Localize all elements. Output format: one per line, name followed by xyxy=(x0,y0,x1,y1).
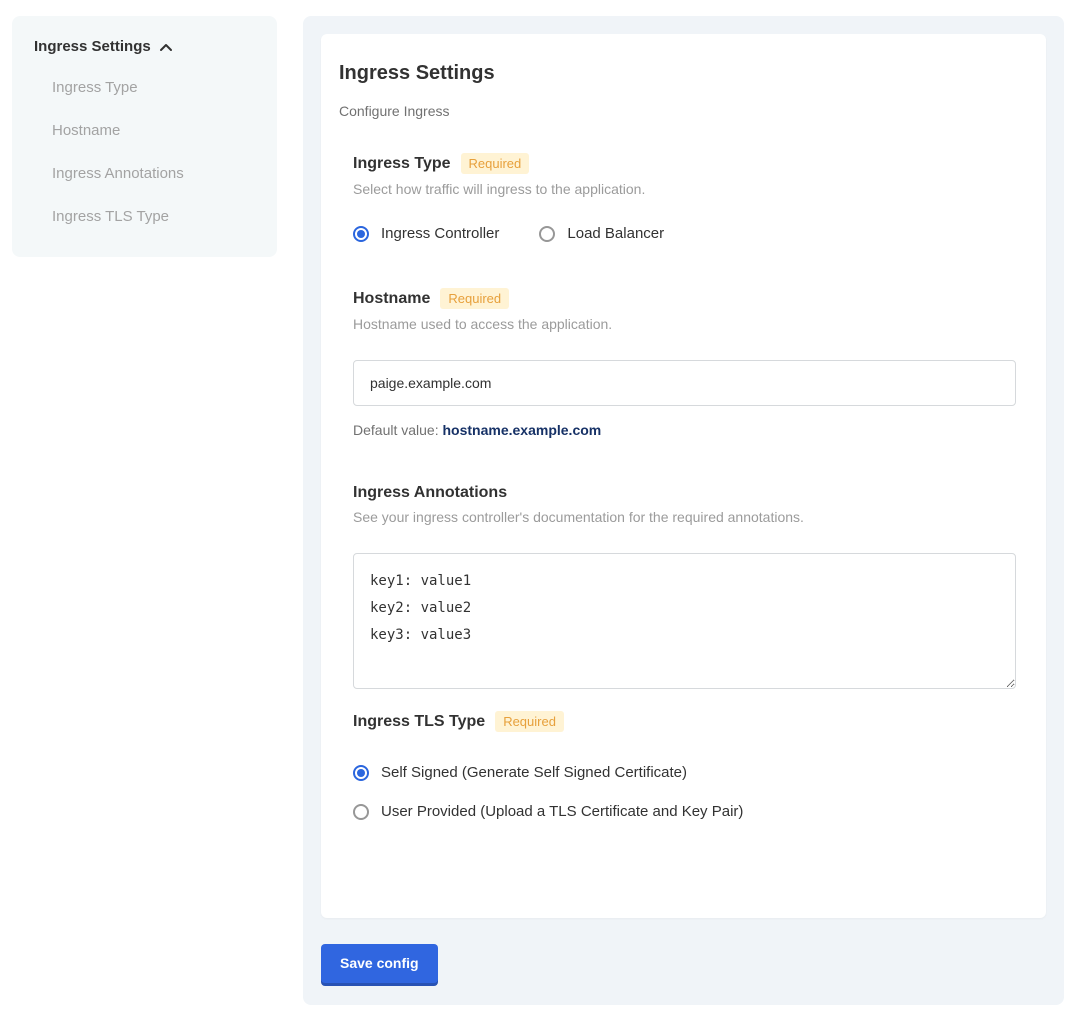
sidebar-item-ingress-tls-type[interactable]: Ingress TLS Type xyxy=(52,208,257,225)
hostname-input[interactable] xyxy=(353,360,1016,406)
default-value-label: Default value: xyxy=(353,422,443,438)
ingress-tls-radio-group: Self Signed (Generate Self Signed Certif… xyxy=(353,764,1016,820)
ingress-annotations-help: See your ingress controller's documentat… xyxy=(353,509,1016,525)
sidebar-item-ingress-annotations[interactable]: Ingress Annotations xyxy=(52,165,257,182)
ingress-annotations-label: Ingress Annotations xyxy=(353,484,507,502)
hostname-label: Hostname xyxy=(353,290,430,308)
required-badge: Required xyxy=(440,288,509,309)
config-nav-sidebar: Ingress Settings Ingress Type Hostname I… xyxy=(12,16,277,257)
required-badge: Required xyxy=(495,711,564,732)
sidebar-item-ingress-type[interactable]: Ingress Type xyxy=(52,79,257,96)
section-ingress-type: Ingress Type Required Select how traffic… xyxy=(353,153,1016,242)
save-config-button[interactable]: Save config xyxy=(321,944,438,983)
config-main-panel: Ingress Settings Configure Ingress Ingre… xyxy=(303,16,1064,1005)
radio-button-icon xyxy=(353,765,369,781)
radio-ingress-controller[interactable]: Ingress Controller xyxy=(353,225,499,242)
page: Ingress Settings Ingress Type Hostname I… xyxy=(0,0,1090,1027)
default-value-text: hostname.example.com xyxy=(443,422,602,438)
hostname-help: Hostname used to access the application. xyxy=(353,316,1016,332)
section-hostname: Hostname Required Hostname used to acces… xyxy=(353,288,1016,438)
radio-label: Ingress Controller xyxy=(381,225,499,242)
ingress-settings-card: Ingress Settings Configure Ingress Ingre… xyxy=(321,34,1046,918)
sidebar-group-ingress-settings[interactable]: Ingress Settings xyxy=(34,38,257,55)
radio-user-provided[interactable]: User Provided (Upload a TLS Certificate … xyxy=(353,803,1016,820)
radio-button-icon xyxy=(539,226,555,242)
radio-label: Load Balancer xyxy=(567,225,664,242)
page-title: Ingress Settings xyxy=(339,62,1016,85)
radio-load-balancer[interactable]: Load Balancer xyxy=(539,225,664,242)
ingress-annotations-textarea[interactable]: key1: value1 key2: value2 key3: value3 xyxy=(353,553,1016,689)
required-badge: Required xyxy=(461,153,530,174)
section-ingress-tls-type: Ingress TLS Type Required Self Signed (G… xyxy=(353,711,1016,820)
hostname-default-line: Default value: hostname.example.com xyxy=(353,422,1016,438)
radio-self-signed[interactable]: Self Signed (Generate Self Signed Certif… xyxy=(353,764,1016,781)
sidebar-group-title: Ingress Settings xyxy=(34,38,151,55)
ingress-type-label: Ingress Type xyxy=(353,155,451,173)
ingress-type-radio-group: Ingress Controller Load Balancer xyxy=(353,225,1016,242)
radio-label: User Provided (Upload a TLS Certificate … xyxy=(381,803,743,820)
sidebar-item-hostname[interactable]: Hostname xyxy=(52,122,257,139)
chevron-up-icon xyxy=(159,43,173,52)
ingress-type-help: Select how traffic will ingress to the a… xyxy=(353,181,1016,197)
ingress-tls-type-label: Ingress TLS Type xyxy=(353,713,485,731)
page-subtitle: Configure Ingress xyxy=(339,103,1016,119)
section-ingress-annotations: Ingress Annotations See your ingress con… xyxy=(353,484,1016,689)
sidebar-items: Ingress Type Hostname Ingress Annotation… xyxy=(52,79,257,225)
radio-button-icon xyxy=(353,804,369,820)
radio-label: Self Signed (Generate Self Signed Certif… xyxy=(381,764,687,781)
radio-button-icon xyxy=(353,226,369,242)
